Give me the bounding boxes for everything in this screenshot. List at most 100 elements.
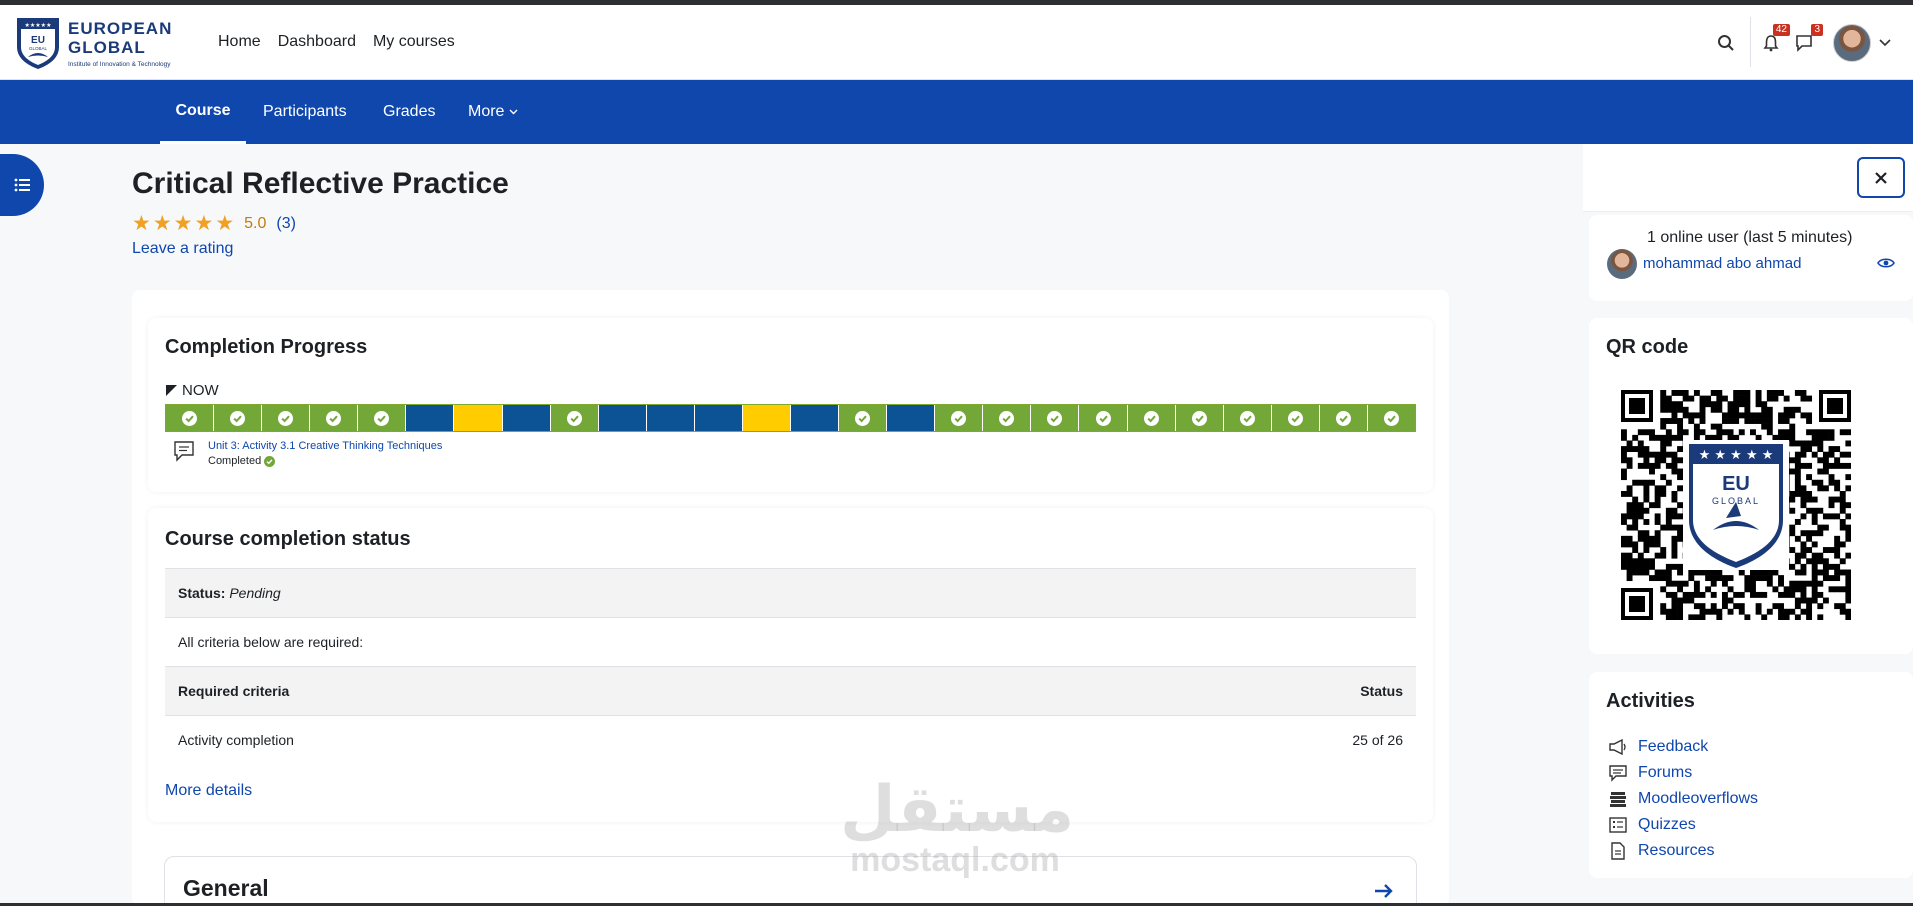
progress-segment[interactable] (694, 405, 743, 431)
leave-rating-link[interactable]: Leave a rating (132, 240, 233, 258)
section-general[interactable]: General (164, 856, 1417, 906)
chevron-down-icon (1879, 39, 1891, 47)
current-activity-link[interactable]: Unit 3: Activity 3.1 Creative Thinking T… (208, 440, 442, 452)
eye-icon[interactable] (1877, 257, 1895, 269)
progress-segment[interactable] (166, 405, 215, 431)
rating-value: 5.0 (244, 215, 267, 232)
check-icon (1383, 410, 1399, 426)
tab-more[interactable]: More (468, 80, 518, 144)
check-circle-icon (264, 455, 276, 467)
star-icon: ★ (173, 212, 193, 235)
chat-icon (1796, 35, 1812, 52)
nav-dashboard[interactable]: Dashboard (278, 33, 356, 51)
progress-segment[interactable] (502, 405, 551, 431)
tab-participants[interactable]: Participants (263, 80, 347, 144)
primary-navigation: Home Dashboard My courses (218, 33, 455, 51)
progress-segment[interactable] (1127, 405, 1176, 431)
qr-finder-top-right (1819, 390, 1851, 422)
progress-segment[interactable] (791, 405, 840, 431)
completion-progress-title: Completion Progress (165, 336, 368, 358)
qr-code-image: ★ ★ ★ ★ ★ EU GLOBAL (1621, 390, 1851, 620)
progress-segment[interactable] (262, 405, 311, 431)
bell-icon (1763, 35, 1779, 52)
block-drawer-header (1583, 144, 1913, 212)
section-title: General (183, 875, 269, 901)
activity-quizzes[interactable]: Quizzes (1608, 812, 1758, 838)
list-icon (14, 178, 30, 192)
progress-segment[interactable] (983, 405, 1032, 431)
course-index-drawer-toggle[interactable] (0, 154, 44, 216)
qr-finder-top-left (1621, 390, 1653, 422)
chevron-down-icon (509, 109, 518, 115)
qr-code-block: QR code ★ ★ ★ ★ ★ EU GLOBAL (1589, 318, 1913, 654)
check-icon (1287, 410, 1303, 426)
nav-my-courses[interactable]: My courses (373, 33, 455, 51)
rating-count[interactable]: (3) (276, 215, 296, 233)
progress-segment[interactable] (406, 405, 455, 431)
forum-icon (1609, 765, 1627, 782)
progress-segment[interactable] (310, 405, 359, 431)
now-indicator: NOW (166, 382, 219, 399)
status-cell: Status: Pending (165, 568, 1416, 618)
activity-forums[interactable]: Forums (1608, 760, 1758, 786)
corner-marker-icon (166, 385, 177, 396)
current-activity-status-label: Completed (208, 455, 262, 467)
progress-segment[interactable] (358, 405, 407, 431)
user-avatar[interactable] (1833, 24, 1871, 62)
table-row: All criteria below are required: (165, 617, 1416, 667)
course-completion-status-block: Course completion status Status: Pending… (148, 508, 1433, 822)
check-icon (1047, 410, 1063, 426)
progress-segment[interactable] (454, 405, 503, 431)
progress-segment[interactable] (1079, 405, 1128, 431)
close-drawer-button[interactable] (1857, 157, 1905, 198)
progress-segment[interactable] (1319, 405, 1368, 431)
criteria-name-cell: Activity completion (165, 715, 978, 765)
progress-segment[interactable] (742, 405, 792, 431)
check-icon (1335, 410, 1351, 426)
forum-icon (174, 441, 194, 462)
activity-resources[interactable]: Resources (1608, 838, 1758, 864)
navbar-divider (1750, 17, 1751, 67)
activity-feedback[interactable]: Feedback (1608, 734, 1758, 760)
progress-segment[interactable] (214, 405, 263, 431)
activity-label: Forums (1638, 764, 1693, 781)
site-logo[interactable]: ★★★★★ EU GLOBAL EUROPEAN GLOBAL Institut… (16, 15, 186, 73)
qr-logo-text: EU (1722, 473, 1750, 495)
more-details-link[interactable]: More details (165, 782, 252, 800)
progress-segment[interactable] (550, 405, 599, 431)
progress-segment[interactable] (935, 405, 984, 431)
progress-segment[interactable] (1271, 405, 1320, 431)
check-icon (999, 410, 1015, 426)
brand-line1: EUROPEAN (68, 19, 173, 38)
online-user-link[interactable]: mohammad abo ahmad (1643, 255, 1801, 272)
progress-segment[interactable] (839, 405, 888, 431)
progress-segment[interactable] (598, 405, 647, 431)
progress-segment[interactable] (1175, 405, 1224, 431)
file-icon (1611, 842, 1625, 860)
activity-moodleoverflows[interactable]: Moodleoverflows (1608, 786, 1758, 812)
progress-segment[interactable] (887, 405, 936, 431)
criteria-note: All criteria below are required: (165, 617, 1416, 667)
arrow-right-icon[interactable] (1374, 883, 1394, 899)
check-icon (1095, 410, 1111, 426)
nav-home[interactable]: Home (218, 33, 261, 51)
check-icon (278, 410, 294, 426)
tab-course[interactable]: Course (160, 80, 246, 144)
progress-segment[interactable] (1367, 405, 1416, 431)
col-required-criteria: Required criteria (165, 666, 978, 716)
progress-segment[interactable] (646, 405, 695, 431)
page-title: Critical Reflective Practice (132, 167, 509, 200)
progress-segment[interactable] (1031, 405, 1080, 431)
table-row: Activity completion 25 of 26 (165, 715, 1416, 765)
brand-name: EUROPEAN GLOBAL (68, 19, 172, 57)
messages-button[interactable]: 3 (1792, 24, 1823, 55)
check-icon (374, 410, 390, 426)
check-icon (230, 410, 246, 426)
notifications-button[interactable]: 42 (1759, 24, 1790, 55)
stack-icon (1610, 792, 1626, 807)
search-button[interactable] (1714, 31, 1738, 55)
star-icon: ★ (152, 212, 172, 235)
user-menu-toggle[interactable] (1873, 31, 1897, 55)
tab-grades[interactable]: Grades (383, 80, 435, 144)
progress-segment[interactable] (1223, 405, 1272, 431)
